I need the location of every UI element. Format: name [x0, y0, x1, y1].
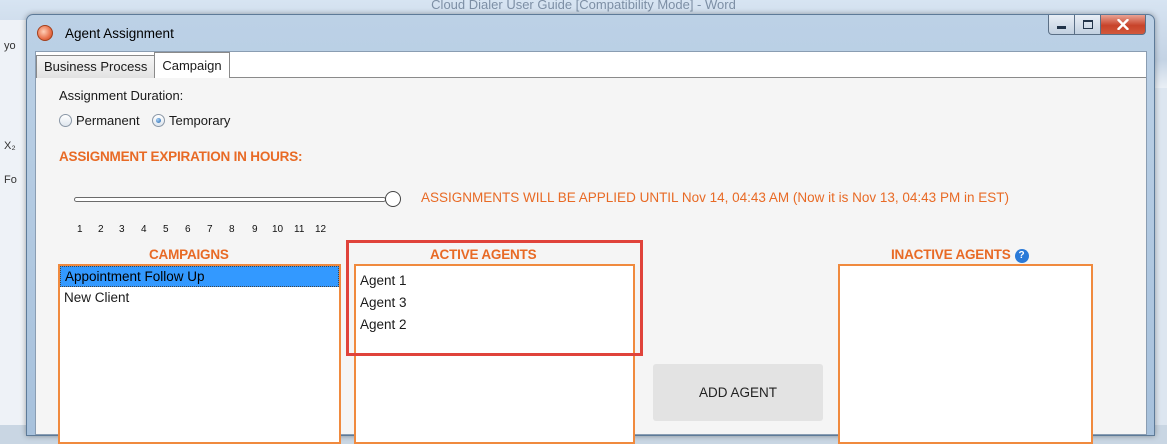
inactive-agents-list[interactable]	[838, 264, 1093, 444]
minimize-button[interactable]	[1048, 15, 1075, 35]
window-controls	[1048, 15, 1146, 35]
campaigns-heading: CAMPAIGNS	[149, 247, 229, 262]
slider-tick: 12	[315, 224, 327, 235]
window-title: Agent Assignment	[65, 26, 174, 41]
tab-strip: Business Process Campaign	[36, 52, 230, 78]
expiration-slider-track[interactable]	[74, 197, 386, 202]
tab-campaign[interactable]: Campaign	[154, 52, 230, 78]
slider-tick: 11	[294, 224, 305, 235]
radio-temporary[interactable]: Temporary	[152, 113, 230, 128]
title-bar[interactable]: Agent Assignment	[27, 15, 1154, 51]
slider-tick: 1	[77, 224, 83, 235]
assignment-duration-label: Assignment Duration:	[59, 88, 184, 103]
help-icon[interactable]: ?	[1014, 249, 1029, 263]
agent-assignment-window: Agent Assignment Business Process Campai…	[26, 14, 1155, 444]
inactive-agents-heading: INACTIVE AGENTS	[891, 247, 1011, 262]
background-left-strip: yo X₂ Fo	[0, 20, 27, 425]
slider-tick: 5	[163, 224, 169, 235]
slider-tick: 7	[207, 224, 213, 235]
minimize-icon	[1057, 26, 1066, 29]
tab-business-process[interactable]: Business Process	[36, 55, 156, 78]
expiration-heading: ASSIGNMENT EXPIRATION IN HOURS:	[59, 149, 303, 164]
expiration-slider-thumb[interactable]	[385, 191, 401, 207]
slider-tick: 10	[272, 224, 284, 235]
slider-tick: 9	[252, 224, 258, 235]
dialog-client-area: Business Process Campaign Assignment Dur…	[35, 51, 1147, 444]
app-icon	[37, 25, 53, 41]
slider-tick: 3	[119, 224, 125, 235]
radio-permanent-label: Permanent	[76, 113, 140, 128]
radio-permanent-indicator[interactable]	[59, 114, 72, 127]
background-fragment: X₂	[4, 140, 16, 152]
close-button[interactable]	[1101, 15, 1146, 35]
close-icon	[1117, 19, 1129, 30]
background-fragment: yo	[4, 40, 16, 52]
background-fragment: Fo	[4, 174, 17, 186]
slider-tick: 8	[229, 224, 235, 235]
radio-permanent[interactable]: Permanent	[59, 113, 140, 128]
maximize-button[interactable]	[1075, 15, 1101, 35]
slider-tick: 2	[98, 224, 104, 235]
active-agents-highlight	[346, 240, 643, 356]
slider-tick: 4	[141, 224, 147, 235]
maximize-icon	[1082, 20, 1093, 29]
add-agent-button[interactable]: ADD AGENT	[653, 364, 823, 421]
campaign-item[interactable]: New Client	[60, 287, 339, 308]
slider-tick: 6	[185, 224, 191, 235]
radio-temporary-indicator[interactable]	[152, 114, 165, 127]
assignment-apply-note: ASSIGNMENTS WILL BE APPLIED UNTIL Nov 14…	[421, 190, 1009, 205]
radio-temporary-label: Temporary	[169, 113, 231, 128]
campaign-item[interactable]: Appointment Follow Up	[60, 266, 339, 287]
campaigns-list[interactable]: Appointment Follow Up New Client	[58, 264, 341, 444]
inactive-agents-header: INACTIVE AGENTS?	[891, 247, 1029, 263]
